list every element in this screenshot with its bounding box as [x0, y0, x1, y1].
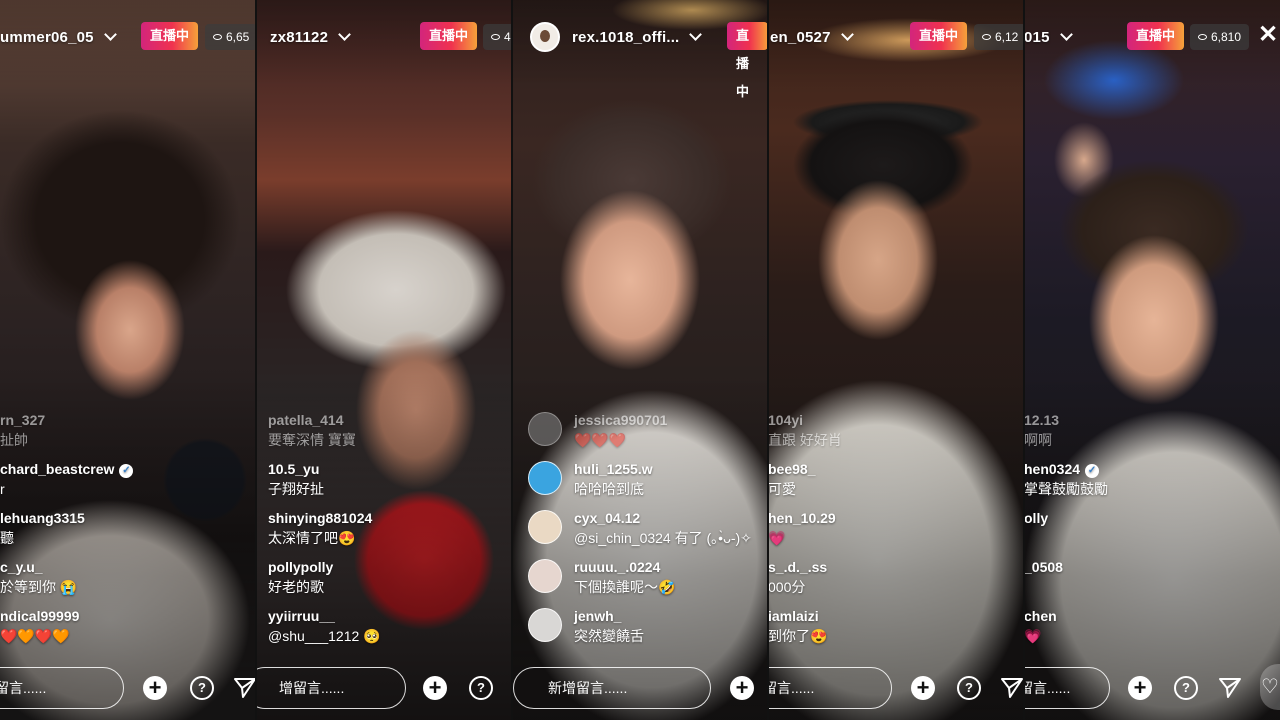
comment-input[interactable]: 留言...... [768, 667, 892, 709]
viewer-count: 6,810 [1190, 24, 1250, 50]
commenter-avatar [528, 608, 562, 642]
panel-divider [255, 0, 257, 720]
comment-item: yyiirruu__ @shu___1212 🥺 [268, 608, 381, 644]
send-icon[interactable] [1000, 676, 1024, 700]
comment-item: ndical99999 ❤️🧡❤️🧡 [0, 608, 80, 644]
add-icon[interactable]: + [730, 676, 754, 700]
comment-list: jessica990701 ❤️❤️❤️ huli_1255.w 哈哈哈到底 c… [512, 410, 768, 655]
panel-divider [511, 0, 513, 720]
comment-item: pollypolly 好老的歌 [268, 559, 334, 595]
eye-icon [491, 34, 500, 40]
add-icon[interactable]: + [143, 676, 167, 700]
question-icon[interactable]: ? [957, 676, 981, 700]
comment-list: patella_414 要奪深情 寶寶 10.5_yu 子翔好扯 shinyin… [256, 410, 512, 655]
comment-item: jenwh_ 突然變饒舌 [512, 606, 768, 655]
panel-divider [1023, 0, 1025, 720]
chevron-down-icon[interactable] [103, 28, 117, 41]
comment-item: iamlaizi 到你了😍 [768, 608, 828, 644]
question-icon[interactable]: ? [190, 676, 214, 700]
live-panel-2[interactable]: zx81122 直播中 4 patella_414 要奪深情 寶寶 10.5_y… [256, 0, 512, 720]
streamer-username[interactable]: zx81122 [270, 29, 328, 46]
chevron-down-icon[interactable] [840, 28, 854, 41]
comment-item: olly [1024, 510, 1049, 526]
panel-divider [767, 0, 769, 720]
streamer-username[interactable]: en_0527 [770, 29, 831, 46]
question-icon[interactable]: ? [1174, 676, 1198, 700]
comment-input[interactable]: 增留言...... [256, 667, 406, 709]
add-icon[interactable]: + [423, 676, 447, 700]
comment-item: shinying881024 太深情了吧😍 [268, 510, 373, 546]
close-icon[interactable]: ✕ [1258, 23, 1278, 47]
send-icon[interactable] [1218, 676, 1242, 700]
comment-item: cyx_04.12 @si_chin_0324 有了 (｡•̀ᴗ-)✧ [512, 508, 768, 557]
streamer-username[interactable]: rex.1018_offi... [572, 29, 679, 46]
live-panel-3[interactable]: rex.1018_offi... 直播中 jessica990701 ❤️❤️❤… [512, 0, 768, 720]
chevron-down-icon[interactable] [338, 28, 352, 41]
comment-item: c_y.u_ 於等到你 😭 [0, 559, 78, 595]
live-panel-1[interactable]: ummer06_05 直播中 6,65 rn_327 扯帥 chard_beas… [0, 0, 256, 720]
comment-item: ruuuu._.0224 下個換誰呢～🤣 [512, 557, 768, 606]
commenter-avatar [528, 510, 562, 544]
verified-badge-icon: ✓ [119, 464, 134, 478]
live-badge: 直播中 [910, 22, 968, 50]
comment-item: patella_414 要奪深情 寶寶 [268, 412, 356, 448]
viewer-count: 4 [483, 24, 512, 50]
comment-list: 12.13 啊啊 hen0324 ✓ 掌聲鼓勵鼓勵 olly _0508 chen… [1024, 410, 1280, 655]
chevron-down-icon[interactable] [689, 28, 703, 41]
commenter-avatar [528, 559, 562, 593]
streamer-avatar[interactable] [530, 22, 560, 52]
send-icon[interactable] [233, 676, 256, 700]
live-badge: 直播中 [141, 22, 199, 50]
comment-item: bee98_ 可愛 [768, 461, 816, 497]
viewer-count: 6,12 [974, 24, 1024, 50]
comment-item: 104yi 直跟 好好肖 [768, 412, 842, 448]
verified-badge-icon: ✓ [1085, 464, 1100, 478]
streamer-username[interactable]: ummer06_05 [0, 29, 94, 46]
live-badge: 直播中 [420, 22, 478, 50]
heart-icon[interactable]: ♡ [1260, 664, 1280, 710]
comment-input[interactable]: 新增留言...... [513, 667, 711, 709]
comment-item: chard_beastcrew ✓ r [0, 459, 256, 508]
viewer-count: 6,65 [205, 24, 256, 50]
comment-item: hen0324 ✓ 掌聲鼓勵鼓勵 [1024, 461, 1108, 497]
streamer-username[interactable]: 015 [1024, 29, 1050, 46]
comment-item: hen_10.29 💗 [768, 510, 836, 546]
eye-icon [213, 34, 222, 40]
comment-list: rn_327 扯帥 chard_beastcrew ✓ r lehuang3315… [0, 410, 256, 655]
comment-item: huli_1255.w 哈哈哈到底 [512, 459, 768, 508]
live-badge: 直播中 [727, 22, 768, 99]
live-panel-5[interactable]: 015 直播中 6,810 ✕ 12.13 啊啊 hen0324 ✓ 掌聲鼓勵鼓勵… [1024, 0, 1280, 720]
comment-item: lehuang3315 聽 [0, 510, 85, 546]
comment-item: jessica990701 ❤️❤️❤️ [512, 410, 768, 459]
comment-item: 12.13 啊啊 [1024, 412, 1060, 448]
add-icon[interactable]: + [1128, 676, 1152, 700]
comment-item: chen 💗 [1024, 608, 1057, 644]
comment-input[interactable]: 留言...... [0, 667, 124, 709]
commenter-avatar [528, 461, 562, 495]
chevron-down-icon[interactable] [1059, 28, 1073, 41]
comment-list: 104yi 直跟 好好肖 bee98_ 可愛 hen_10.29 💗 s_.d.… [768, 410, 1024, 655]
live-badge: 直播中 [1127, 22, 1185, 50]
comment-item: _0508 [1024, 559, 1063, 575]
comment-item: s_.d._.ss 000分 [768, 559, 828, 595]
add-icon[interactable]: + [911, 676, 935, 700]
comment-item: rn_327 扯帥 [0, 412, 46, 448]
question-icon[interactable]: ? [469, 676, 493, 700]
comment-item: 10.5_yu 子翔好扯 [268, 461, 324, 497]
comment-input[interactable]: 留言...... [1024, 667, 1110, 709]
live-panel-4[interactable]: en_0527 直播中 6,12 104yi 直跟 好好肖 bee98_ 可愛 … [768, 0, 1024, 720]
commenter-avatar [528, 412, 562, 446]
eye-icon [982, 34, 991, 40]
eye-icon [1198, 34, 1207, 40]
